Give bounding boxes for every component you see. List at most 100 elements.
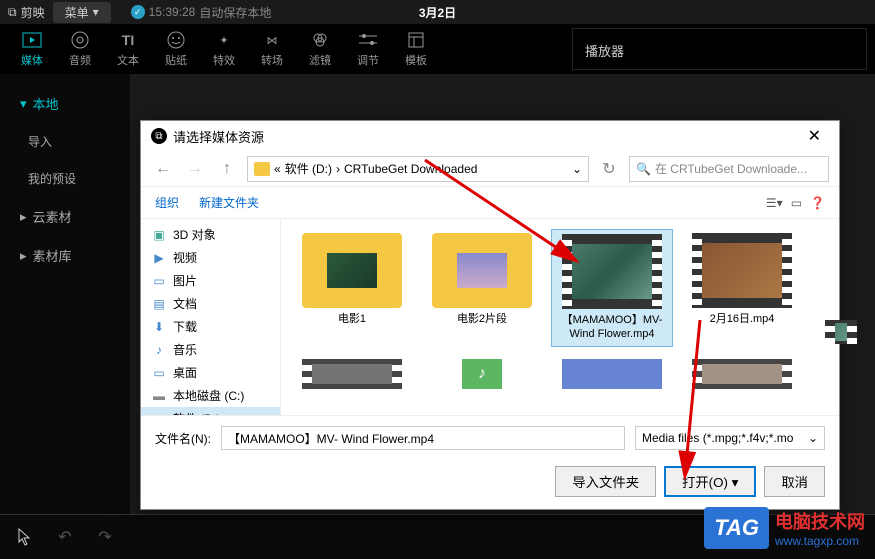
- dialog-footer: 文件名(N): Media files (*.mpg;*.f4v;*.mo ⌄: [141, 415, 839, 460]
- video-thumb: [692, 359, 792, 389]
- tool-template[interactable]: 模板: [392, 24, 440, 74]
- video-icon: ▶: [151, 251, 167, 265]
- menu-button[interactable]: 菜单 ▾: [53, 2, 111, 23]
- autosave-status: ✓ 15:39:28 自动保存本地: [131, 4, 272, 21]
- effect-icon: ✦: [214, 30, 234, 50]
- download-icon: ⬇: [151, 320, 167, 334]
- file-item-partial[interactable]: [291, 355, 413, 393]
- date-display: 3月2日: [419, 4, 456, 21]
- tool-transition[interactable]: ⋈ 转场: [248, 24, 296, 74]
- app-thumb: [562, 359, 662, 389]
- organize-button[interactable]: 组织: [155, 194, 179, 211]
- tree-desktop[interactable]: ▭桌面: [141, 361, 280, 384]
- file-item[interactable]: 2月16日.mp4: [681, 229, 803, 347]
- check-icon: ✓: [131, 5, 145, 19]
- chevron-right-icon: ▸: [20, 209, 27, 225]
- filetype-select[interactable]: Media files (*.mpg;*.f4v;*.mo ⌄: [635, 426, 825, 450]
- search-icon: 🔍: [636, 162, 651, 176]
- dialog-title: 请选择媒体资源: [173, 127, 264, 146]
- close-button[interactable]: ✕: [800, 126, 829, 146]
- title-bar: ⧉ 剪映 菜单 ▾ ✓ 15:39:28 自动保存本地 3月2日: [0, 0, 875, 24]
- file-item-partial[interactable]: [551, 355, 673, 393]
- tool-media[interactable]: 媒体: [8, 24, 56, 74]
- sidebar-item-library[interactable]: ▸ 素材库: [0, 236, 130, 275]
- tool-effect[interactable]: ✦ 特效: [200, 24, 248, 74]
- cancel-button[interactable]: 取消: [764, 466, 825, 497]
- text-icon: TI: [118, 30, 138, 50]
- refresh-button[interactable]: ↻: [597, 157, 621, 181]
- tree-image[interactable]: ▭图片: [141, 269, 280, 292]
- transition-icon: ⋈: [262, 30, 282, 50]
- video-thumb: [692, 233, 792, 308]
- preview-button[interactable]: ▭: [791, 196, 802, 210]
- back-button[interactable]: ←: [151, 157, 175, 181]
- tree-3d[interactable]: ▣3D 对象: [141, 223, 280, 246]
- folder-thumb: [432, 233, 532, 308]
- path-bar[interactable]: « 软件 (D:) › CRTubeGet Downloaded ⌄: [247, 156, 589, 182]
- search-input[interactable]: 🔍 在 CRTubeGet Downloade...: [629, 156, 829, 182]
- tree-disk-c[interactable]: ▬本地磁盘 (C:): [141, 384, 280, 407]
- sticker-icon: [166, 30, 186, 50]
- watermark: TAG 电脑技术网 www.tagxp.com: [704, 507, 865, 549]
- redo-button[interactable]: ↷: [90, 522, 120, 552]
- cube-icon: ▣: [151, 228, 167, 242]
- view-mode-button[interactable]: ☰▾: [766, 196, 783, 210]
- watermark-title: 电脑技术网: [775, 508, 865, 534]
- dialog-toolbar: 组织 新建文件夹 ☰▾ ▭ ❓: [141, 187, 839, 219]
- file-item[interactable]: 电影1: [291, 229, 413, 347]
- music-icon: ♪: [151, 343, 167, 357]
- undo-button[interactable]: ↶: [50, 522, 80, 552]
- dialog-body: ▣3D 对象 ▶视频 ▭图片 ▤文档 ⬇下载 ♪音乐 ▭桌面 ▬本地磁盘 (C:…: [141, 219, 839, 415]
- tool-sticker[interactable]: 贴纸: [152, 24, 200, 74]
- tool-text[interactable]: TI 文本: [104, 24, 152, 74]
- filename-input[interactable]: [221, 426, 625, 450]
- app-name: 剪映: [21, 4, 45, 21]
- sidebar-item-cloud[interactable]: ▸ 云素材: [0, 197, 130, 236]
- file-item[interactable]: 电影2片段: [421, 229, 543, 347]
- filter-icon: [310, 30, 330, 50]
- audio-icon: [70, 30, 90, 50]
- tree-disk-d[interactable]: ▬软件 (D:): [141, 407, 280, 415]
- video-thumb: [302, 359, 402, 389]
- import-folder-button[interactable]: 导入文件夹: [555, 466, 656, 497]
- image-icon: ▭: [151, 274, 167, 288]
- watermark-url: www.tagxp.com: [775, 534, 865, 548]
- help-button[interactable]: ❓: [810, 196, 825, 210]
- sidebar-item-presets[interactable]: 我的预设: [0, 160, 130, 197]
- disk-icon: ▬: [151, 389, 167, 403]
- tree-doc[interactable]: ▤文档: [141, 292, 280, 315]
- file-item-selected[interactable]: 【MAMAMOO】MV- Wind Flower.mp4: [551, 229, 673, 347]
- forward-button[interactable]: →: [183, 157, 207, 181]
- open-button[interactable]: 打开(O) ▾: [664, 466, 756, 497]
- tree-video[interactable]: ▶视频: [141, 246, 280, 269]
- video-thumb: [562, 234, 662, 309]
- preview-thumb: [825, 320, 857, 344]
- folder-thumb: [302, 233, 402, 308]
- up-button[interactable]: ↑: [215, 157, 239, 181]
- new-folder-button[interactable]: 新建文件夹: [199, 194, 259, 211]
- doc-icon: ▤: [151, 297, 167, 311]
- cursor-tool[interactable]: [10, 522, 40, 552]
- tool-audio[interactable]: 音频: [56, 24, 104, 74]
- sidebar: ▾ 本地 导入 我的预设 ▸ 云素材 ▸ 素材库: [0, 74, 130, 514]
- player-title: 播放器: [585, 44, 624, 59]
- chevron-down-icon: ▾: [93, 5, 99, 19]
- desktop-icon: ▭: [151, 366, 167, 380]
- file-item-partial[interactable]: [681, 355, 803, 393]
- chevron-down-icon: ⌄: [808, 431, 818, 445]
- tool-filter[interactable]: 滤镜: [296, 24, 344, 74]
- media-icon: [22, 30, 42, 50]
- chevron-down-icon: ▾: [20, 96, 27, 112]
- file-dialog: ⧉ 请选择媒体资源 ✕ ← → ↑ « 软件 (D:) › CRTubeGet …: [140, 120, 840, 510]
- watermark-tag: TAG: [704, 507, 769, 549]
- logo-icon: ⧉: [8, 5, 17, 20]
- file-list: 电影1 电影2片段 【MAMAMOO】MV- Wind Flower.mp4 2…: [281, 219, 839, 415]
- tree-download[interactable]: ⬇下载: [141, 315, 280, 338]
- nav-tree: ▣3D 对象 ▶视频 ▭图片 ▤文档 ⬇下载 ♪音乐 ▭桌面 ▬本地磁盘 (C:…: [141, 219, 281, 415]
- file-item-partial[interactable]: ♪: [421, 355, 543, 393]
- tool-adjust[interactable]: 调节: [344, 24, 392, 74]
- sidebar-item-import[interactable]: 导入: [0, 123, 130, 160]
- dialog-buttons: 导入文件夹 打开(O) ▾ 取消: [141, 460, 839, 509]
- sidebar-item-local[interactable]: ▾ 本地: [0, 84, 130, 123]
- tree-music[interactable]: ♪音乐: [141, 338, 280, 361]
